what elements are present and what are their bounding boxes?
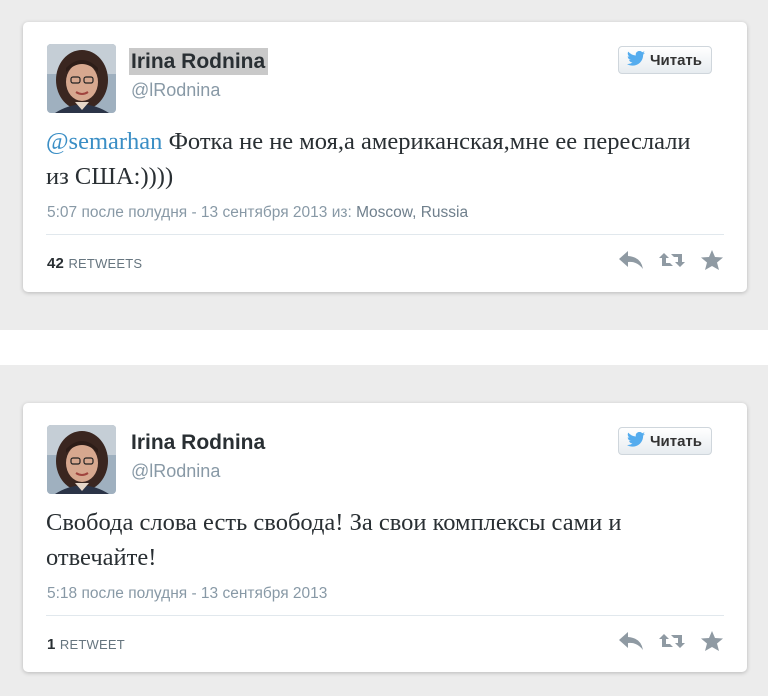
- avatar[interactable]: [47, 425, 116, 494]
- reply-icon[interactable]: [618, 249, 644, 276]
- retweet-icon[interactable]: [658, 249, 686, 276]
- retweet-number: 42: [47, 255, 65, 272]
- retweet-label: RETWEETS: [68, 256, 143, 271]
- retweet-icon[interactable]: [658, 630, 686, 657]
- divider: [46, 615, 724, 616]
- divider: [46, 234, 724, 235]
- follow-button[interactable]: Читать: [617, 427, 712, 455]
- mention-link[interactable]: @semarhan: [46, 128, 162, 155]
- follow-button[interactable]: Читать: [617, 46, 712, 74]
- retweet-label: RETWEET: [59, 637, 125, 652]
- reply-icon[interactable]: [618, 630, 644, 657]
- follow-label: Читать: [649, 432, 702, 450]
- twitter-bird-icon: [626, 431, 645, 451]
- author-handle[interactable]: @lRodnina: [131, 461, 220, 482]
- retweet-count[interactable]: 42 RETWEETS: [47, 255, 142, 272]
- tweet-text: Свобода слова есть свобода! За свои комп…: [46, 509, 622, 571]
- tweet-meta: 5:07 после полудня - 13 сентября 2013 из…: [47, 204, 468, 222]
- favorite-star-icon[interactable]: [700, 630, 724, 657]
- retweet-count[interactable]: 1 RETWEET: [47, 636, 125, 653]
- tweet-card: Irina Rodnina @lRodnina Читать Свобода с…: [23, 403, 747, 672]
- tweet-text: @semarhan Фотка не не моя,а американская…: [46, 124, 716, 194]
- avatar[interactable]: [47, 44, 116, 113]
- timestamp-link[interactable]: 5:18 после полудня - 13 сентября 2013: [47, 585, 327, 603]
- twitter-bird-icon: [626, 50, 645, 70]
- place-link[interactable]: Moscow, Russia: [356, 204, 468, 221]
- tweet-actions: [618, 249, 724, 276]
- follow-label: Читать: [649, 51, 702, 69]
- author-handle[interactable]: @lRodnina: [131, 80, 220, 101]
- timestamp-link[interactable]: 5:07 после полудня - 13 сентября 2013 из…: [47, 204, 356, 221]
- tweet-card: Irina Rodnina @lRodnina Читать @semarhan…: [23, 22, 747, 292]
- author-name[interactable]: Irina Rodnina: [129, 48, 269, 75]
- favorite-star-icon[interactable]: [700, 249, 724, 276]
- author-name[interactable]: Irina Rodnina: [129, 429, 268, 456]
- tweet-actions: [618, 630, 724, 657]
- retweet-number: 1: [47, 636, 56, 653]
